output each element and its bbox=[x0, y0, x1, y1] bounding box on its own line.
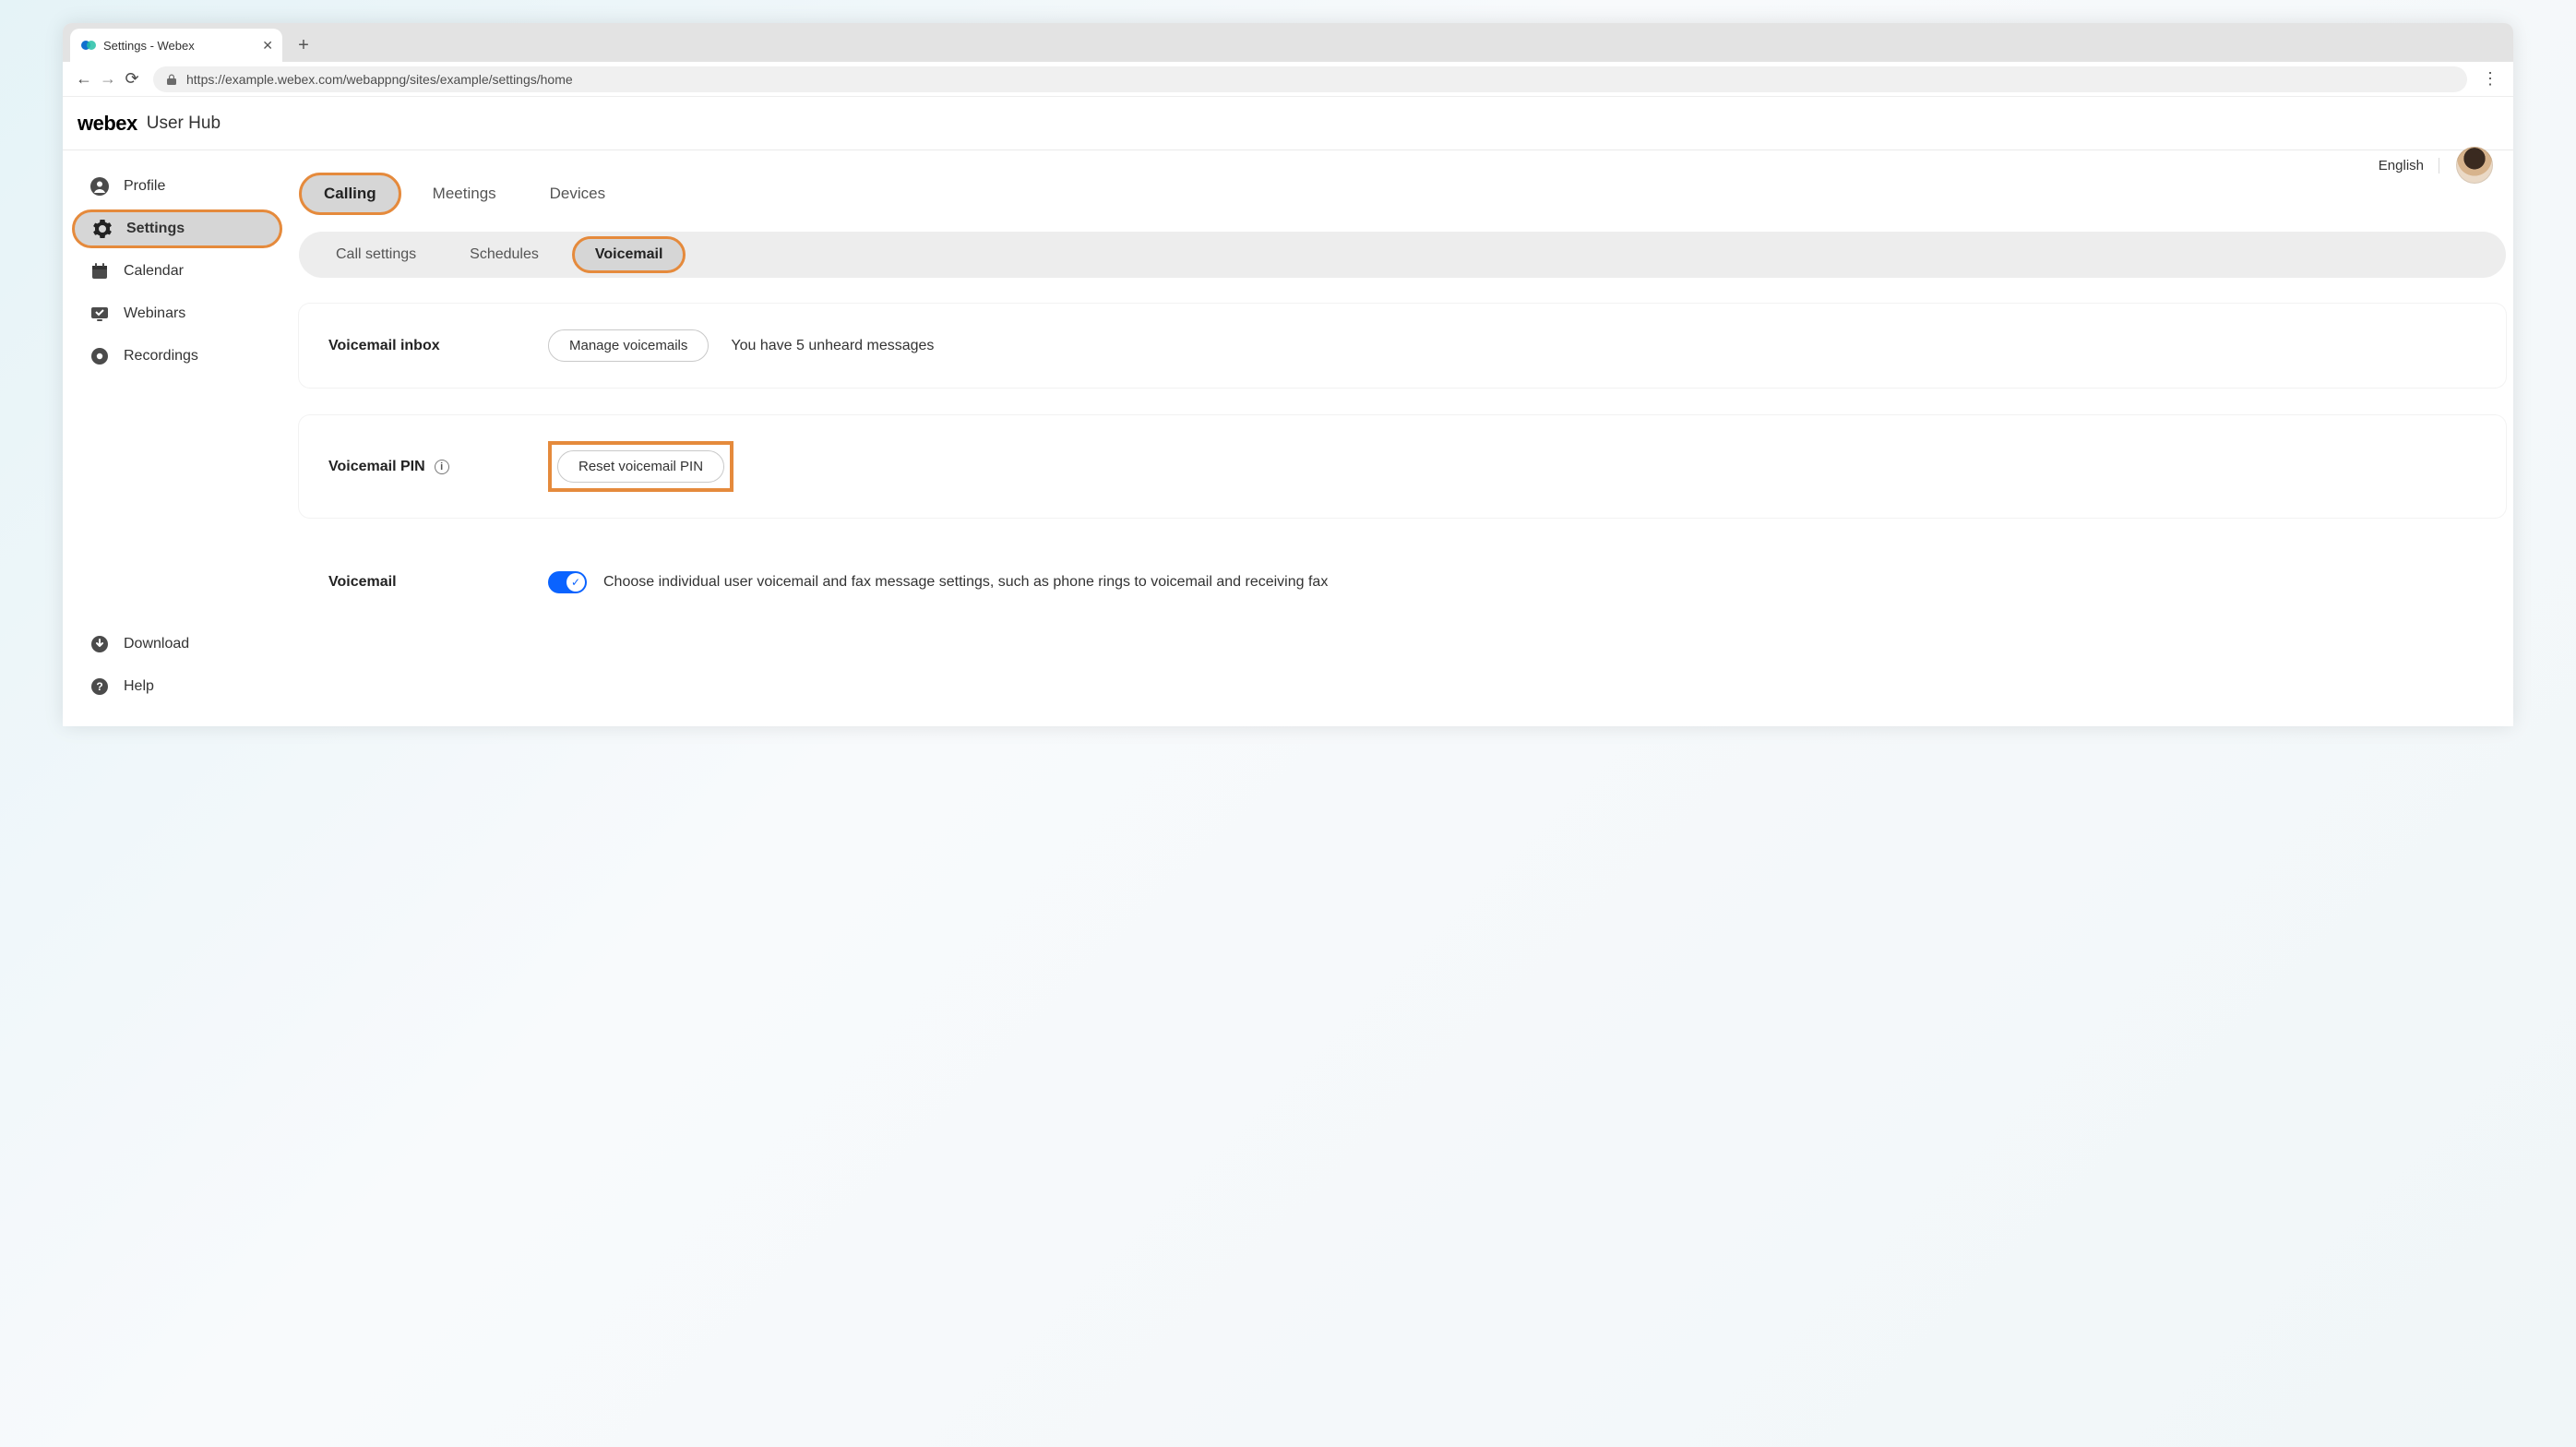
sidebar-bottom: Download ? Help bbox=[72, 625, 282, 706]
voicemail-toggle-description: Choose individual user voicemail and fax… bbox=[603, 574, 1328, 591]
sidebar: Profile Settings Calendar bbox=[63, 150, 292, 726]
sidebar-item-label: Profile bbox=[124, 178, 165, 195]
tab-meetings[interactable]: Meetings bbox=[411, 175, 519, 212]
primary-tabs: Calling Meetings Devices bbox=[299, 173, 2513, 215]
voicemail-toggle-label: Voicemail bbox=[328, 574, 548, 591]
toggle-knob-check-icon: ✓ bbox=[566, 573, 585, 592]
voicemail-toggle[interactable]: ✓ bbox=[548, 571, 587, 593]
webinar-icon bbox=[90, 305, 109, 323]
webex-favicon-icon bbox=[81, 38, 96, 53]
lock-icon bbox=[166, 74, 177, 85]
url-field[interactable]: https://example.webex.com/webappng/sites… bbox=[153, 66, 2467, 92]
browser-address-bar: ← → ⟳ https://example.webex.com/webappng… bbox=[63, 62, 2513, 97]
brand-logo: webex bbox=[78, 112, 137, 136]
tab-calling[interactable]: Calling bbox=[299, 173, 401, 215]
product-name: User Hub bbox=[147, 114, 221, 134]
svg-text:?: ? bbox=[96, 680, 102, 693]
language-selector[interactable]: English bbox=[2379, 158, 2439, 173]
sidebar-item-download[interactable]: Download bbox=[72, 625, 282, 664]
sidebar-item-settings[interactable]: Settings bbox=[72, 209, 282, 248]
forward-button[interactable]: → bbox=[96, 69, 120, 89]
record-icon bbox=[90, 347, 109, 365]
voicemail-pin-panel: Voicemail PIN i Reset voicemail PIN bbox=[299, 415, 2506, 518]
info-icon[interactable]: i bbox=[435, 460, 449, 474]
reset-pin-highlight: Reset voicemail PIN bbox=[548, 441, 733, 492]
reload-button[interactable]: ⟳ bbox=[120, 69, 144, 89]
subtab-call-settings[interactable]: Call settings bbox=[316, 239, 436, 270]
download-icon bbox=[90, 635, 109, 653]
tab-devices[interactable]: Devices bbox=[528, 175, 627, 212]
subtab-voicemail[interactable]: Voicemail bbox=[572, 236, 686, 273]
person-icon bbox=[90, 177, 109, 196]
main-panel: English Calling Meetings Devices Call se… bbox=[292, 150, 2513, 726]
sidebar-item-label: Webinars bbox=[124, 305, 185, 322]
gear-icon bbox=[93, 220, 112, 238]
page-header: webex User Hub bbox=[63, 97, 2513, 150]
voicemail-pin-label: Voicemail PIN i bbox=[328, 459, 548, 475]
sidebar-item-recordings[interactable]: Recordings bbox=[72, 337, 282, 376]
reset-voicemail-pin-button[interactable]: Reset voicemail PIN bbox=[557, 450, 724, 483]
header-right: English bbox=[2379, 147, 2493, 184]
back-button[interactable]: ← bbox=[72, 69, 96, 89]
voicemail-inbox-message: You have 5 unheard messages bbox=[731, 338, 934, 354]
sidebar-item-profile[interactable]: Profile bbox=[72, 167, 282, 206]
sidebar-item-label: Settings bbox=[126, 221, 185, 237]
voicemail-inbox-label: Voicemail inbox bbox=[328, 338, 548, 354]
subtab-schedules[interactable]: Schedules bbox=[449, 239, 559, 270]
manage-voicemails-button[interactable]: Manage voicemails bbox=[548, 329, 709, 362]
browser-tab[interactable]: Settings - Webex ✕ bbox=[70, 29, 282, 62]
browser-menu-icon[interactable]: ⋮ bbox=[2476, 69, 2504, 89]
sidebar-item-label: Calendar bbox=[124, 263, 184, 280]
voicemail-inbox-panel: Voicemail inbox Manage voicemails You ha… bbox=[299, 304, 2506, 388]
close-tab-icon[interactable]: ✕ bbox=[262, 39, 273, 52]
user-avatar[interactable] bbox=[2456, 147, 2493, 184]
sidebar-item-label: Download bbox=[124, 636, 189, 652]
url-text: https://example.webex.com/webappng/sites… bbox=[186, 72, 573, 87]
calendar-icon bbox=[90, 262, 109, 281]
content-area: Profile Settings Calendar bbox=[63, 150, 2513, 726]
sidebar-item-calendar[interactable]: Calendar bbox=[72, 252, 282, 291]
sidebar-item-label: Recordings bbox=[124, 348, 198, 365]
voicemail-toggle-panel: Voicemail ✓ Choose individual user voice… bbox=[299, 545, 2506, 593]
sidebar-item-help[interactable]: ? Help bbox=[72, 667, 282, 706]
sidebar-item-label: Help bbox=[124, 678, 154, 695]
sidebar-item-webinars[interactable]: Webinars bbox=[72, 294, 282, 333]
new-tab-button[interactable]: + bbox=[290, 31, 317, 59]
browser-tab-title: Settings - Webex bbox=[103, 39, 195, 53]
help-icon: ? bbox=[90, 677, 109, 696]
page: webex User Hub Profile Settings bbox=[63, 97, 2513, 726]
secondary-tabs: Call settings Schedules Voicemail bbox=[299, 232, 2506, 278]
browser-tab-bar: Settings - Webex ✕ + bbox=[63, 23, 2513, 62]
browser-window: Settings - Webex ✕ + ← → ⟳ https://examp… bbox=[63, 23, 2513, 726]
